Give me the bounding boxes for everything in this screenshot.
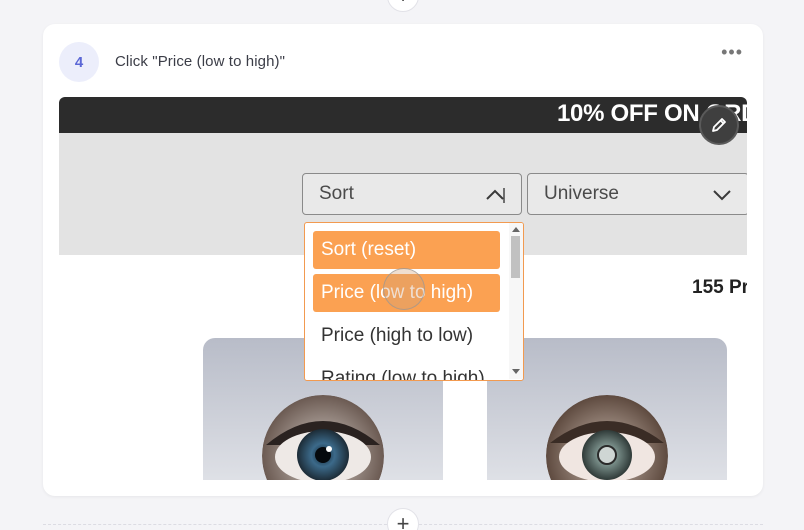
product-image <box>546 395 668 480</box>
promo-banner: 10% OFF ON ORD <box>59 97 747 133</box>
step-title: Click "Price (low to high)" <box>115 53 286 70</box>
add-step-button-top[interactable]: + <box>387 0 419 12</box>
plus-icon: + <box>396 511 410 530</box>
option-label: Rating (low to high) <box>321 368 485 381</box>
sort-option-price-high-low[interactable]: Price (high to low) <box>313 317 500 355</box>
plus-icon: + <box>397 0 410 7</box>
option-label: Sort (reset) <box>321 239 417 260</box>
sort-select-value: Sort <box>319 183 354 204</box>
click-indicator <box>383 268 425 310</box>
more-options-button[interactable]: ••• <box>721 42 743 63</box>
step-screenshot: 10% OFF ON ORD Sort Universe 155 Pr Sort… <box>59 97 747 480</box>
edit-screenshot-button[interactable] <box>699 105 739 145</box>
scroll-up-arrow-icon[interactable] <box>512 227 520 232</box>
product-image <box>262 395 384 480</box>
step-number-badge: 4 <box>59 42 99 82</box>
option-label: Price (high to low) <box>321 325 474 346</box>
sort-select[interactable]: Sort <box>302 173 522 215</box>
add-step-button-bottom[interactable]: + <box>387 508 419 530</box>
chevron-up-icon <box>486 188 505 203</box>
universe-select-value: Universe <box>544 183 619 204</box>
scrollbar-thumb[interactable] <box>511 236 520 278</box>
sort-option-reset[interactable]: Sort (reset) <box>313 231 500 269</box>
universe-select[interactable]: Universe <box>527 173 747 215</box>
scroll-down-arrow-icon[interactable] <box>512 369 520 374</box>
step-card: 4 Click "Price (low to high)" ••• 10% OF… <box>43 24 763 496</box>
sort-option-rating-low-high[interactable]: Rating (low to high) <box>313 360 500 381</box>
pencil-icon <box>712 118 726 132</box>
product-count: 155 Pr <box>692 277 747 298</box>
dropdown-scrollbar[interactable] <box>509 223 523 379</box>
chevron-down-icon <box>713 190 731 201</box>
